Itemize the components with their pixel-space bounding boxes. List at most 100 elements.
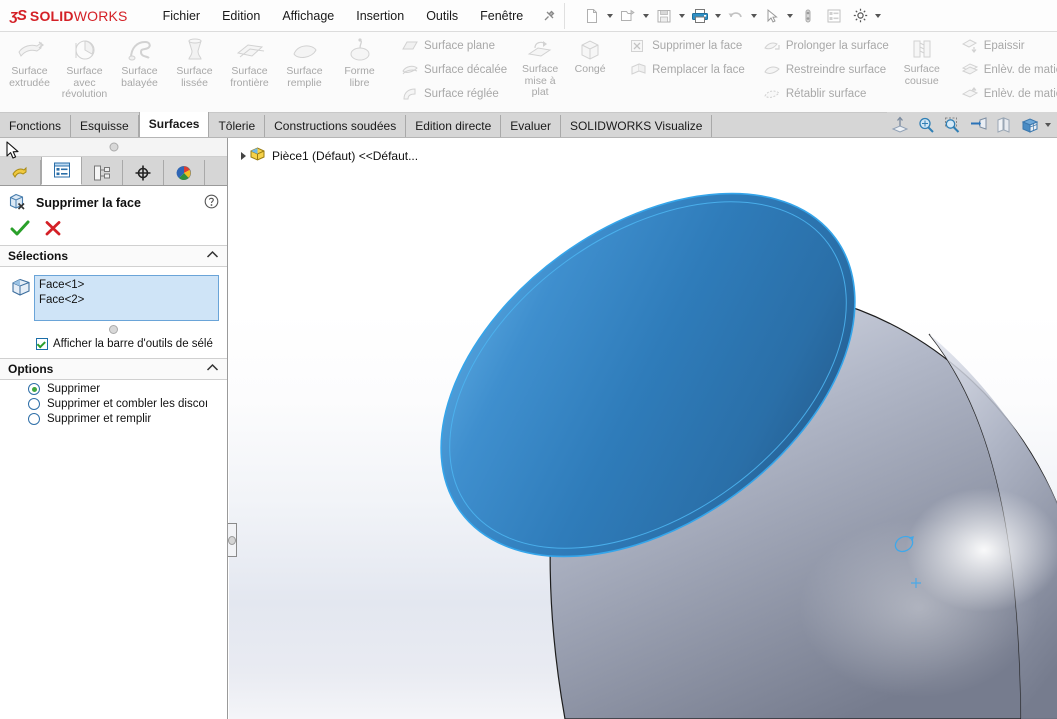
help-icon[interactable] (204, 194, 219, 212)
show-selection-toolbar-label: Afficher la barre d'outils de sélé (53, 338, 213, 350)
conge-button[interactable]: Congé (565, 35, 615, 79)
graphics-viewport[interactable]: Pièce1 (Défaut) <<Défaut... (229, 138, 1057, 719)
ok-checkmark-icon[interactable] (10, 220, 30, 237)
tab-constructions-soudees[interactable]: Constructions soudées (265, 115, 406, 137)
option-supprimer-combler-radio[interactable] (28, 398, 40, 410)
option-supprimer-remplir-row[interactable]: Supprimer et remplir (0, 410, 227, 425)
open-document-icon[interactable] (615, 3, 641, 29)
supprimer-la-face-button[interactable]: Supprimer la face (625, 34, 746, 58)
enlevement-matiere-epaissi-button[interactable]: Enlèv. de matière épaissi (957, 82, 1057, 106)
ribbon-group-surface-types: Surface plane Surface décalée Surface ré… (395, 32, 513, 112)
cancel-x-icon[interactable] (44, 220, 62, 237)
new-document-caret[interactable] (605, 3, 615, 29)
model-3d[interactable] (229, 138, 1057, 719)
menu-outils[interactable]: Outils (415, 4, 469, 28)
select-arrow-caret[interactable] (785, 3, 795, 29)
prolonger-la-surface-button[interactable]: Prolonger la surface (759, 34, 893, 58)
selection-resize-handle[interactable] (109, 325, 118, 334)
view-toolbar-caret[interactable] (1043, 112, 1053, 138)
display-manager-tab[interactable] (164, 160, 205, 185)
prolonger-la-surface-label: Prolonger la surface (786, 40, 889, 52)
feature-manager-tab[interactable] (0, 160, 41, 185)
tab-esquisse[interactable]: Esquisse (71, 115, 139, 137)
option-supprimer-remplir-radio[interactable] (28, 413, 40, 425)
surface-balayee-button[interactable]: Surface balayée (112, 35, 167, 92)
dimxpert-manager-tab[interactable] (123, 160, 164, 185)
menu-bar: ʒS SOLIDWORKS Fichier Edition Affichage … (0, 0, 1057, 32)
save-icon[interactable] (651, 3, 677, 29)
selection-list-box[interactable]: Face<1> Face<2> (34, 275, 219, 321)
panel-pin-handle[interactable] (109, 143, 118, 152)
surface-cousue-button[interactable]: Surface cousue (897, 35, 947, 90)
selections-section-header[interactable]: Sélections (0, 245, 227, 267)
remplacer-la-face-button[interactable]: Remplacer la face (625, 58, 749, 82)
print-icon[interactable] (687, 3, 713, 29)
epaissir-button[interactable]: Epaissir (957, 34, 1029, 58)
surface-mise-a-plat-button[interactable]: Surface mise à plat (515, 35, 565, 102)
logo-ds-mark: ʒS (10, 7, 26, 24)
configuration-manager-tab[interactable] (82, 160, 123, 185)
print-caret[interactable] (713, 3, 723, 29)
undo-caret[interactable] (749, 3, 759, 29)
retablir-surface-button[interactable]: Rétablir surface (759, 82, 871, 106)
ribbon-toolbar: Surface extrudée Surface avec révolution… (0, 32, 1057, 113)
tab-tolerie[interactable]: Tôlerie (209, 115, 265, 137)
property-manager-tab[interactable] (41, 156, 82, 185)
save-caret[interactable] (677, 3, 687, 29)
display-style-icon[interactable] (1017, 113, 1043, 136)
surface-avec-revolution-button[interactable]: Surface avec révolution (57, 35, 112, 104)
surface-plane-button[interactable]: Surface plane (397, 34, 499, 58)
tab-edition-directe[interactable]: Edition directe (406, 115, 501, 137)
feature-tree-root[interactable]: Pièce1 (Défaut) <<Défaut... (237, 146, 418, 165)
forme-libre-button[interactable]: Forme libre (332, 35, 387, 92)
chevron-up-icon[interactable] (206, 363, 219, 375)
gear-caret[interactable] (873, 3, 883, 29)
zoom-to-area-icon[interactable] (939, 113, 965, 136)
list-item[interactable]: Face<1> (39, 278, 214, 293)
zoom-to-fit-icon[interactable] (913, 113, 939, 136)
normal-to-icon[interactable] (887, 113, 913, 136)
option-supprimer-row[interactable]: Supprimer (0, 380, 227, 395)
surface-reglee-button[interactable]: Surface réglée (397, 82, 503, 106)
menu-edition[interactable]: Edition (211, 4, 271, 28)
option-supprimer-radio[interactable] (28, 383, 40, 395)
show-selection-toolbar-row[interactable]: Afficher la barre d'outils de sélé (0, 334, 227, 358)
menu-fenetre[interactable]: Fenêtre (469, 4, 534, 28)
surface-extrudee-button[interactable]: Surface extrudée (2, 35, 57, 92)
surface-frontiere-button[interactable]: Surface frontière (222, 35, 277, 92)
menu-affichage[interactable]: Affichage (271, 4, 345, 28)
list-item[interactable]: Face<2> (39, 293, 214, 308)
tab-surfaces[interactable]: Surfaces (139, 112, 210, 137)
menu-fichier[interactable]: Fichier (152, 4, 212, 28)
page-title: Supprimer la face (36, 196, 204, 210)
surface-remplie-button[interactable]: Surface remplie (277, 35, 332, 92)
tab-solidworks-visualize[interactable]: SOLIDWORKS Visualize (561, 115, 713, 137)
select-arrow-icon[interactable] (759, 3, 785, 29)
options-list-icon[interactable] (821, 3, 847, 29)
chevron-up-icon[interactable] (206, 250, 219, 262)
option-supprimer-combler-row[interactable]: Supprimer et combler les discoı (0, 395, 227, 410)
new-document-icon[interactable] (579, 3, 605, 29)
undo-icon[interactable] (723, 3, 749, 29)
show-selection-toolbar-checkbox[interactable] (36, 338, 48, 350)
pin-icon[interactable] (542, 9, 556, 23)
enlevement-matiere-surface-button[interactable]: Enlèv. de matière avec su (957, 58, 1057, 82)
menu-insertion[interactable]: Insertion (345, 4, 415, 28)
delete-face-icon (8, 192, 28, 214)
surface-decalee-button[interactable]: Surface décalée (397, 58, 511, 82)
view-orientation-icon[interactable] (991, 113, 1017, 136)
restreindre-surface-button[interactable]: Restreindre surface (759, 58, 890, 82)
options-section-header[interactable]: Options (0, 358, 227, 380)
open-document-caret[interactable] (641, 3, 651, 29)
gear-icon[interactable] (847, 3, 873, 29)
expand-triangle-icon[interactable] (237, 152, 249, 160)
tab-evaluer[interactable]: Evaluer (501, 115, 561, 137)
ribbon-group-knit: Surface cousue (895, 32, 949, 112)
surface-lissee-button[interactable]: Surface lissée (167, 35, 222, 92)
section-view-icon[interactable] (965, 113, 991, 136)
tab-fonctions[interactable]: Fonctions (0, 115, 71, 137)
rebuild-icon[interactable] (795, 3, 821, 29)
panel-splitter-handle[interactable] (228, 523, 237, 557)
surface-lissee-label: Surface lissée (168, 66, 221, 89)
panel-pin-bar[interactable] (0, 138, 227, 157)
